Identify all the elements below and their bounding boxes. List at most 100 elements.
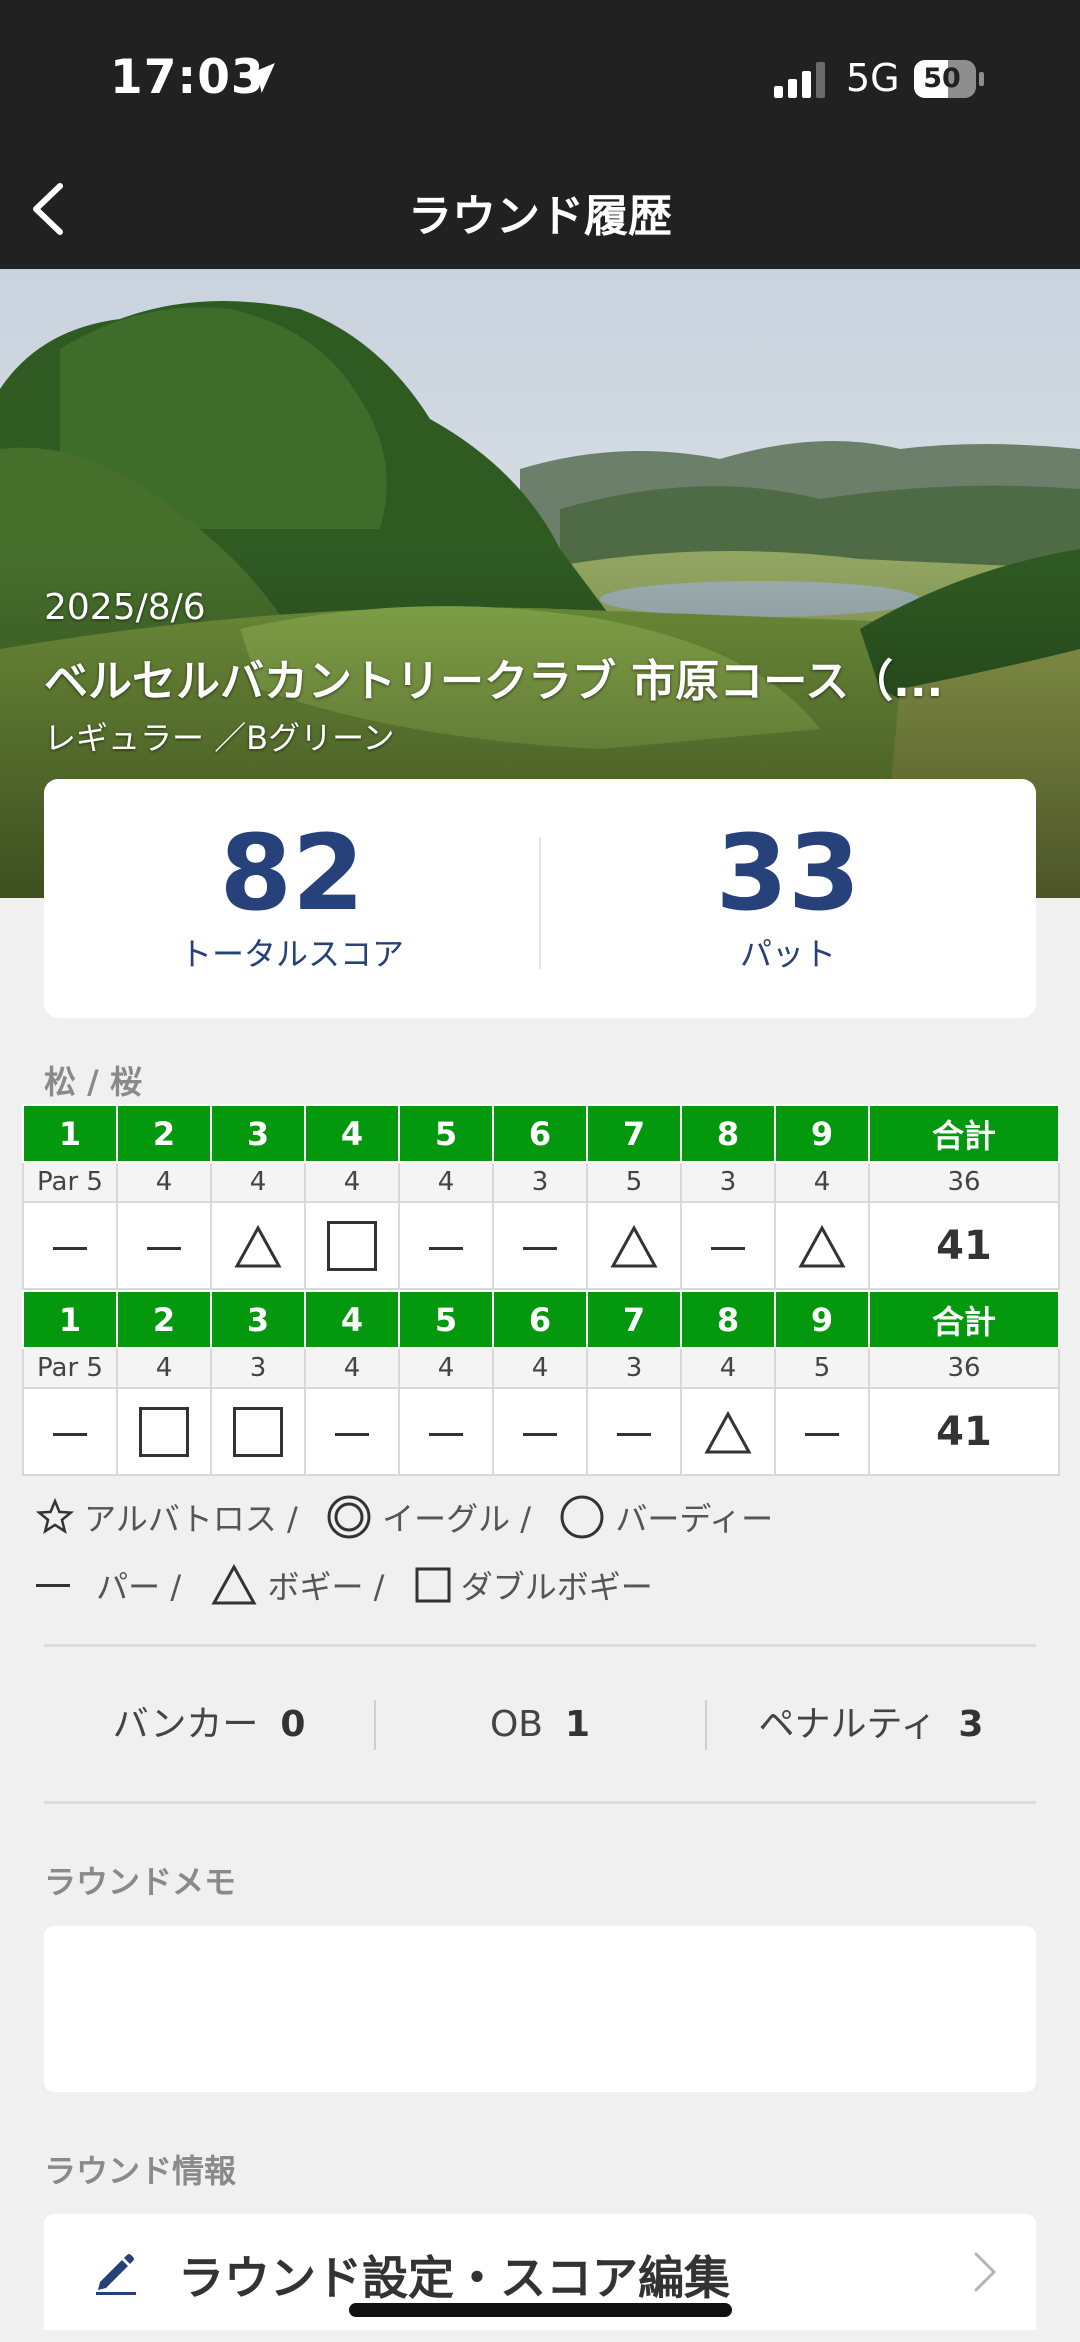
battery-level: 50 — [923, 63, 961, 94]
par-value: 4 — [210, 1161, 306, 1203]
hole-score[interactable] — [586, 1201, 682, 1290]
memo-label: ラウンドメモ — [44, 1863, 237, 1901]
hole-score[interactable] — [774, 1387, 870, 1476]
star-icon — [36, 1498, 74, 1535]
hole-number: 6 — [492, 1104, 588, 1163]
par-value: Par 5 — [22, 1161, 118, 1203]
hole-number: 8 — [680, 1290, 776, 1349]
par-mark — [711, 1246, 745, 1250]
par-value: 5 — [586, 1161, 682, 1203]
hole-score[interactable] — [304, 1387, 400, 1476]
hole-row: 1 2 3 4 5 6 7 8 9 合計 — [22, 1104, 1060, 1163]
double-circle-icon — [327, 1495, 371, 1539]
course-label: 松 / 桜 — [44, 1063, 142, 1101]
legend-double: ダブルボギー — [460, 1568, 653, 1606]
hole-number: 3 — [210, 1290, 306, 1349]
divider-top — [44, 1644, 1036, 1647]
hole-score[interactable] — [680, 1387, 776, 1476]
hole-number: 3 — [210, 1104, 306, 1163]
legend-albatross: アルバトロス / — [84, 1500, 298, 1538]
par-mark — [53, 1246, 87, 1250]
legend-line-1: アルバトロス / イーグル / バーディー — [36, 1494, 773, 1540]
par-value: 4 — [304, 1161, 400, 1203]
hole-score[interactable] — [210, 1387, 306, 1476]
location-arrow-icon — [245, 63, 275, 93]
tee-green: レギュラー ／Bグリーン — [44, 719, 395, 757]
hole-score[interactable] — [492, 1387, 588, 1476]
nav-bar: ラウンド履歴 — [0, 150, 1080, 269]
hole-number: 1 — [22, 1104, 118, 1163]
par-mark — [335, 1432, 369, 1436]
hole-number: 5 — [398, 1104, 494, 1163]
par-row: Par 5 4 3 4 4 4 3 4 5 36 — [22, 1347, 1060, 1389]
par-value: 36 — [868, 1161, 1060, 1203]
triangle-icon — [211, 1564, 257, 1605]
par-value: 4 — [116, 1161, 212, 1203]
hole-score[interactable] — [398, 1201, 494, 1290]
hole-score[interactable] — [116, 1387, 212, 1476]
total-score-label: トータルスコア — [179, 935, 404, 973]
hole-number: 2 — [116, 1290, 212, 1349]
ob-stat: OB 1 — [375, 1690, 705, 1760]
hole-score[interactable] — [304, 1201, 400, 1290]
hole-score[interactable] — [22, 1201, 118, 1290]
score-table-in: 1 2 3 4 5 6 7 8 9 合計 Par 5 4 3 4 4 4 3 4 5 36 41 — [22, 1290, 1060, 1476]
circle-icon — [560, 1495, 604, 1539]
hole-score[interactable] — [116, 1201, 212, 1290]
score-table-out: 1 2 3 4 5 6 7 8 9 合計 Par 5 4 4 4 4 3 5 3 4 36 41 — [22, 1104, 1060, 1290]
putts-label: パット — [739, 935, 836, 973]
bunker-stat: バンカー 0 — [44, 1690, 374, 1760]
legend-bogey: ボギー / — [267, 1568, 385, 1606]
par-value: 4 — [304, 1347, 400, 1389]
par-value: 4 — [398, 1347, 494, 1389]
double-bogey-mark — [327, 1220, 377, 1271]
bogey-mark — [234, 1224, 282, 1268]
double-bogey-mark — [139, 1406, 189, 1457]
total-score-block: 82 トータルスコア — [44, 779, 540, 1018]
signal-icon — [774, 62, 825, 98]
par-mark — [523, 1246, 557, 1250]
par-value: 4 — [680, 1347, 776, 1389]
score-row: 41 — [22, 1201, 1060, 1290]
status-bar: 17:03 5G 50 — [0, 0, 1080, 150]
penalty-label: ペナルティ — [758, 1704, 937, 1745]
hole-score[interactable] — [492, 1201, 588, 1290]
hole-number: 7 — [586, 1104, 682, 1163]
hole-number: 1 — [22, 1290, 118, 1349]
legend-par: パー / — [96, 1568, 182, 1606]
bogey-mark — [704, 1410, 752, 1454]
hole-score[interactable] — [398, 1387, 494, 1476]
par-mark — [147, 1246, 181, 1250]
hole-row: 1 2 3 4 5 6 7 8 9 合計 — [22, 1290, 1060, 1349]
round-stats: バンカー 0 OB 1 ペナルティ 3 — [44, 1690, 1036, 1760]
total-score-value: 82 — [219, 812, 365, 934]
par-value: 4 — [774, 1161, 870, 1203]
round-memo-box[interactable] — [44, 1926, 1036, 2092]
legend-eagle: イーグル / — [382, 1500, 532, 1538]
penalty-stat: ペナルティ 3 — [706, 1690, 1036, 1760]
putts-block: 33 パット — [540, 779, 1036, 1018]
par-mark — [805, 1432, 839, 1436]
hole-number: 4 — [304, 1290, 400, 1349]
hole-number: 4 — [304, 1104, 400, 1163]
hole-number: 7 — [586, 1290, 682, 1349]
square-icon — [415, 1567, 451, 1603]
bogey-mark — [610, 1224, 658, 1268]
score-total: 41 — [868, 1387, 1060, 1476]
par-mark — [53, 1432, 87, 1436]
info-label: ラウンド情報 — [44, 2152, 237, 2190]
par-value: 5 — [774, 1347, 870, 1389]
hole-score[interactable] — [774, 1201, 870, 1290]
hole-score[interactable] — [210, 1201, 306, 1290]
par-value: 3 — [680, 1161, 776, 1203]
round-date: 2025/8/6 — [44, 587, 206, 628]
par-value: Par 5 — [22, 1347, 118, 1389]
hole-number: 9 — [774, 1104, 870, 1163]
hole-score[interactable] — [22, 1387, 118, 1476]
divider-bottom — [44, 1801, 1036, 1804]
hole-score[interactable] — [586, 1387, 682, 1476]
penalty-value: 3 — [958, 1704, 984, 1745]
legend-birdie: バーディー — [615, 1500, 774, 1538]
par-value: 3 — [492, 1161, 588, 1203]
hole-score[interactable] — [680, 1201, 776, 1290]
